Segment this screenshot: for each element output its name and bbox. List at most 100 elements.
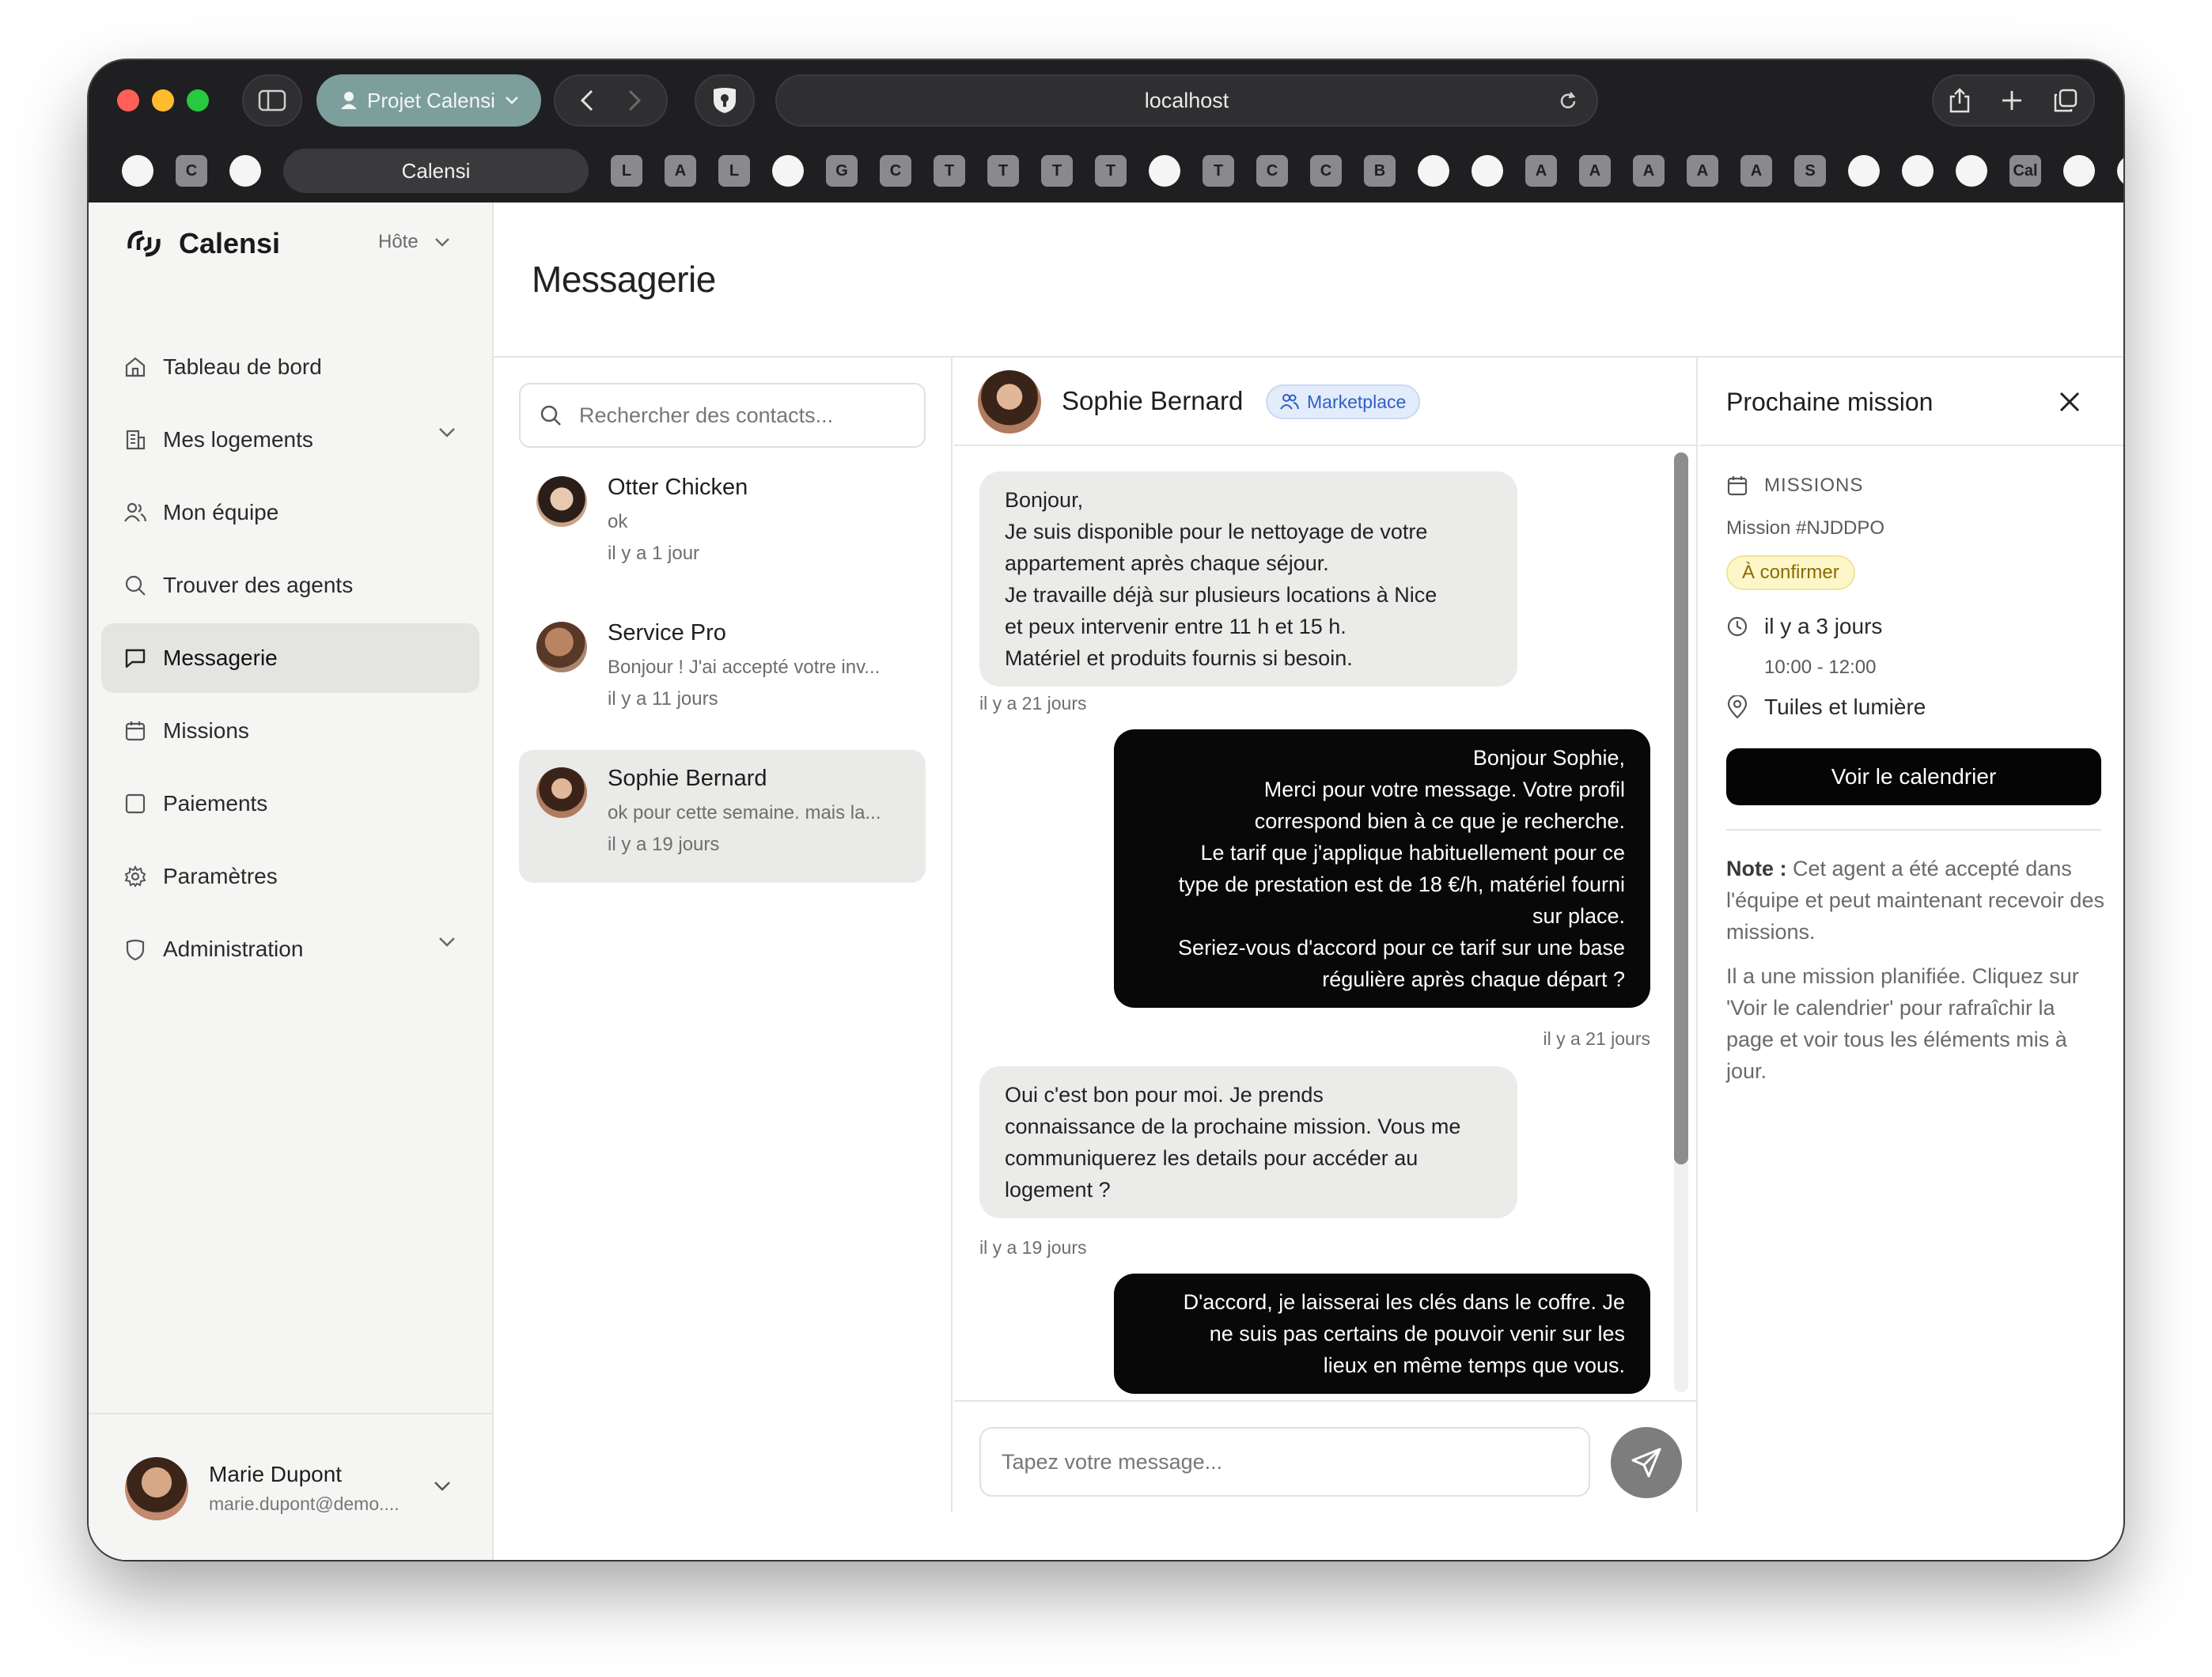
bookmark-item[interactable]: C	[1310, 155, 1342, 187]
sidebar-item-paramètres[interactable]: Paramètres	[101, 842, 479, 911]
badge-label: Marketplace	[1307, 391, 1407, 412]
send-button[interactable]	[1611, 1427, 1682, 1498]
close-icon[interactable]	[2057, 389, 2082, 415]
back-icon[interactable]	[579, 89, 595, 112]
user-menu[interactable]: Marie Dupont marie.dupont@demo....	[89, 1413, 492, 1560]
bookmark-item[interactable]: B	[1364, 155, 1396, 187]
bookmark-item[interactable]: T	[987, 155, 1019, 187]
sidebar-item-mes-logements[interactable]: Mes logements	[101, 405, 479, 475]
user-name: Marie Dupont	[209, 1462, 343, 1486]
app: Calensi Hôte Tableau de bord Mes logement…	[89, 203, 2123, 1560]
reload-icon[interactable]	[1557, 90, 1579, 112]
bookmark-item[interactable]: A	[1633, 155, 1665, 187]
bookmark-item[interactable]: T	[1041, 155, 1073, 187]
sidebar-item-label: Paramètres	[163, 864, 278, 888]
bookmark-item[interactable]	[1848, 155, 1880, 187]
close-window-button[interactable]	[117, 89, 139, 112]
bookmark-item[interactable]: S	[1794, 155, 1826, 187]
bookmark-item[interactable]	[1149, 155, 1180, 187]
bookmark-item[interactable]: A	[665, 155, 696, 187]
bookmark-item[interactable]: C	[880, 155, 911, 187]
brand-name: Calensi	[179, 227, 281, 259]
incoming-message: Bonjour, Je suis disponible pour le netto…	[979, 471, 1517, 687]
bookmarks-bar: C Calensi L A L G C T T T T T C C B A A A A A S Cal	[89, 139, 2123, 203]
bookmark-item[interactable]	[1902, 155, 1934, 187]
bookmark-item[interactable]	[1956, 155, 1987, 187]
bookmark-item[interactable]: A	[1579, 155, 1611, 187]
tab-calensi[interactable]: Calensi	[283, 149, 589, 193]
sidebar-item-administration[interactable]: Administration	[101, 914, 479, 984]
view-calendar-button[interactable]: Voir le calendrier	[1726, 748, 2101, 805]
send-icon	[1631, 1448, 1661, 1478]
bookmark-item[interactable]: A	[1525, 155, 1557, 187]
sidebar-toggle-button[interactable]	[242, 74, 302, 127]
message-input[interactable]: Tapez votre message...	[979, 1427, 1590, 1497]
project-selector[interactable]: Projet Calensi	[316, 74, 541, 127]
avatar	[536, 476, 587, 527]
contact-name: Sophie Bernard	[608, 766, 767, 791]
panel-header: Prochaine mission	[1699, 358, 2123, 446]
message-line: D'accord, je laisserai les clés dans le …	[1183, 1290, 1625, 1314]
bookmark-item[interactable]	[2117, 155, 2123, 187]
bookmark-item[interactable]	[229, 155, 261, 187]
bookmark-item[interactable]: L	[611, 155, 642, 187]
bookmark-item[interactable]: T	[934, 155, 965, 187]
shield-keyhole-icon	[714, 88, 736, 113]
mission-panel: Prochaine mission MISSIONS Mission #NJDD…	[1699, 358, 2123, 1512]
address-bar[interactable]: localhost	[775, 74, 1598, 127]
contact-time: il y a 11 jours	[608, 688, 718, 710]
bookmark-item[interactable]: G	[826, 155, 858, 187]
bookmark-item[interactable]: A	[1740, 155, 1772, 187]
bookmark-item[interactable]	[772, 155, 804, 187]
sidebar-item-paiements[interactable]: Paiements	[101, 769, 479, 838]
password-manager-button[interactable]	[695, 74, 755, 127]
message-list[interactable]: Bonjour, Je suis disponible pour le netto…	[954, 446, 1698, 1400]
zoom-window-button[interactable]	[187, 89, 209, 112]
bookmark-item[interactable]	[1472, 155, 1503, 187]
share-icon[interactable]	[1949, 87, 1971, 114]
message-line: Je travaille déjà sur plusieurs location…	[1005, 583, 1437, 607]
role-selector[interactable]: Hôte	[378, 231, 450, 253]
bookmark-item[interactable]	[1418, 155, 1449, 187]
bookmark-item[interactable]: Cal	[2009, 155, 2041, 187]
tab-overview-icon[interactable]	[2053, 88, 2078, 113]
sidebar-item-tableau-de-bord[interactable]: Tableau de bord	[101, 332, 479, 402]
bookmark-item[interactable]: T	[1095, 155, 1127, 187]
bookmark-item[interactable]: T	[1203, 155, 1234, 187]
message-line: logement ?	[1005, 1178, 1111, 1202]
bookmark-item[interactable]: L	[718, 155, 750, 187]
new-tab-icon[interactable]	[2001, 89, 2023, 112]
forward-icon[interactable]	[627, 89, 642, 112]
bookmark-item[interactable]: C	[1256, 155, 1288, 187]
message-line: Seriez-vous d'accord pour ce tarif sur u…	[1178, 936, 1625, 960]
message-line: Matériel et produits fournis si besoin.	[1005, 646, 1353, 670]
contacts-panel: Rechercher des contacts... Otter Chicken…	[494, 358, 953, 1512]
list-item[interactable]: Otter Chicken ok il y a 1 jour	[519, 459, 926, 592]
minimize-window-button[interactable]	[152, 89, 174, 112]
message-line: connaissance de la prochaine mission. Vo…	[1005, 1115, 1461, 1138]
map-pin-icon	[1727, 695, 1748, 719]
message-line: Bonjour,	[1005, 488, 1084, 512]
bookmark-item[interactable]: C	[176, 155, 207, 187]
bookmark-item[interactable]	[2063, 155, 2095, 187]
chat-panel: Sophie Bernard Marketplace Bonjour, Je su…	[954, 358, 1698, 1512]
brand[interactable]: Calensi	[125, 226, 280, 261]
message-line: type de prestation est de 18 €/h, matéri…	[1178, 873, 1625, 896]
message-icon	[125, 649, 146, 668]
scrollbar-thumb[interactable]	[1674, 452, 1688, 1164]
bookmark-item[interactable]: A	[1687, 155, 1718, 187]
sidebar-item-missions[interactable]: Missions	[101, 696, 479, 766]
sidebar-item-trouver-des-agents[interactable]: Trouver des agents	[101, 551, 479, 620]
chevron-down-icon	[505, 97, 518, 104]
sidebar-item-mon-équipe[interactable]: Mon équipe	[101, 478, 479, 547]
bookmark-item[interactable]	[122, 155, 153, 187]
list-item[interactable]: Service Pro Bonjour ! J'ai accepté votre …	[519, 604, 926, 737]
message-line: communiquerez les details pour accéder a…	[1005, 1146, 1418, 1170]
sidebar-item-label: Trouver des agents	[163, 573, 354, 597]
list-item[interactable]: Sophie Bernard ok pour cette semaine. mai…	[519, 750, 926, 883]
sidebar-item-messagerie[interactable]: Messagerie	[101, 623, 479, 693]
sidebar-item-label: Administration	[163, 937, 304, 961]
history-nav	[554, 74, 668, 127]
search-input[interactable]: Rechercher des contacts...	[519, 383, 926, 448]
incoming-message: Oui c'est bon pour moi. Je prends connais…	[979, 1066, 1517, 1218]
